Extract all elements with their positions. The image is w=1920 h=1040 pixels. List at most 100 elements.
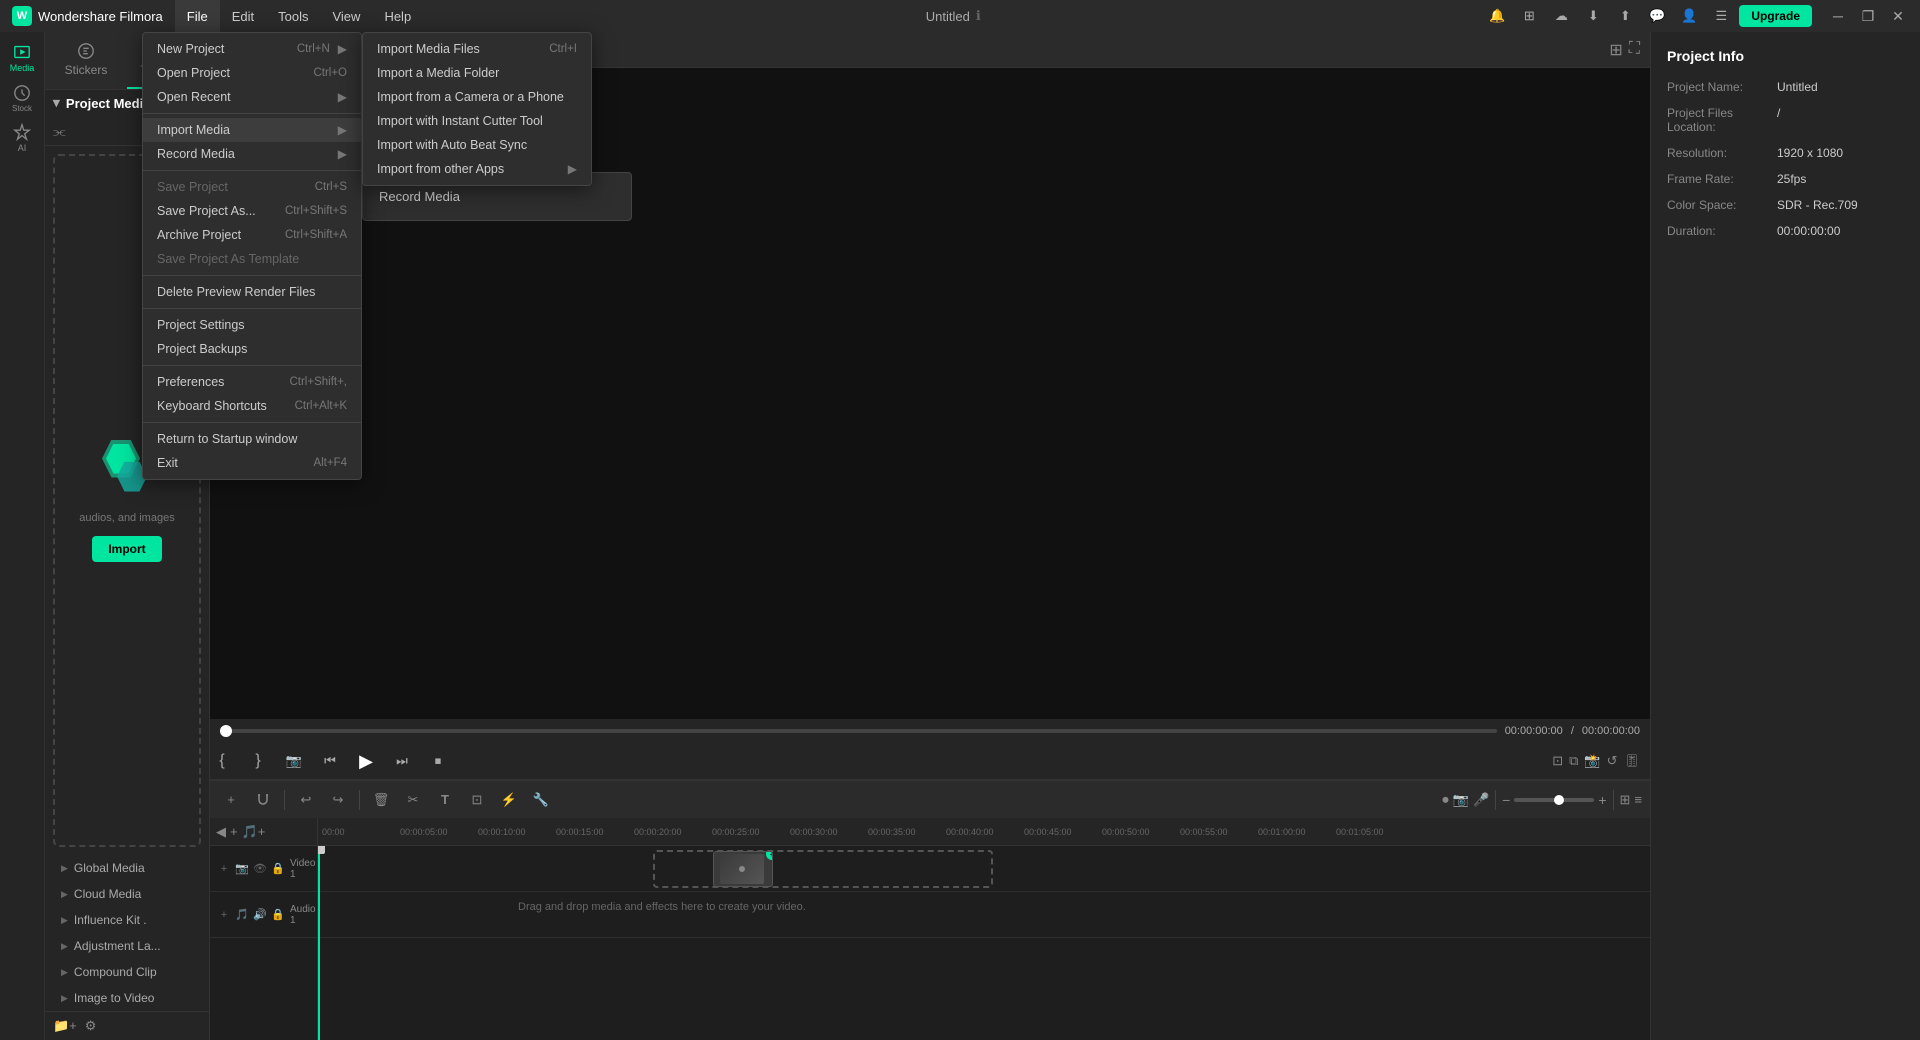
timeline-split-button[interactable]: ✂ — [400, 787, 426, 813]
import-icon[interactable]: ⬇ — [1579, 4, 1607, 28]
play-button[interactable]: ▶ — [354, 749, 378, 773]
menu-save-project-as[interactable]: Save Project As... Ctrl+Shift+S — [143, 199, 361, 223]
video1-camera-icon[interactable]: 📷 — [234, 861, 250, 877]
submenu-import-files[interactable]: Import Media Files Ctrl+I — [363, 37, 591, 61]
progress-handle[interactable] — [220, 725, 232, 737]
video-clip[interactable]: + — [713, 851, 773, 887]
timeline-more-button[interactable]: 🔧 — [528, 787, 554, 813]
section-compound-clip[interactable]: ▶ Compound Clip — [45, 959, 209, 985]
person-icon[interactable]: 👤 — [1675, 4, 1703, 28]
audio1-add-icon[interactable]: + — [216, 907, 232, 923]
menu-record-media[interactable]: Record Media ▶ — [143, 142, 361, 166]
add-media-icon[interactable]: + — [230, 824, 238, 839]
menu-archive-project[interactable]: Archive Project Ctrl+Shift+A — [143, 223, 361, 247]
menu-file[interactable]: File — [175, 0, 220, 32]
timeline-add-track-icon[interactable]: + — [218, 787, 244, 813]
audio1-mute-icon[interactable]: 🔊 — [252, 907, 268, 923]
submenu-import-beat-sync[interactable]: Import with Auto Beat Sync — [363, 133, 591, 157]
zoom-slider[interactable] — [1514, 798, 1594, 802]
grid-view-icon[interactable]: ⊞ — [1609, 40, 1622, 60]
menu-return-startup[interactable]: Return to Startup window — [143, 427, 361, 451]
menu-open-recent[interactable]: Open Recent ▶ — [143, 85, 361, 109]
video1-eye-icon[interactable]: 👁 — [252, 861, 268, 877]
minimize-button[interactable]: ─ — [1824, 2, 1852, 30]
voice-record-btn[interactable]: 🎤 — [1473, 792, 1489, 808]
menu-exit[interactable]: Exit Alt+F4 — [143, 451, 361, 475]
audio1-music-icon[interactable]: 🎵 — [234, 907, 250, 923]
sidebar-item-ai[interactable]: AI — [4, 120, 40, 156]
submenu-import-folder[interactable]: Import a Media Folder — [363, 61, 591, 85]
snapshot-icon[interactable]: 📷 — [282, 749, 306, 773]
prev-frame-button[interactable]: ⏮ — [318, 749, 342, 773]
bracket-close-icon[interactable]: } — [246, 749, 270, 773]
import-button[interactable]: Import — [92, 536, 161, 562]
next-frame-button[interactable]: ⏭ — [390, 749, 414, 773]
menu-open-project[interactable]: Open Project Ctrl+O — [143, 61, 361, 85]
section-image-to-video[interactable]: ▶ Image to Video — [45, 985, 209, 1011]
timeline-crop-button[interactable]: ⊡ — [464, 787, 490, 813]
timeline-text-button[interactable]: T — [432, 787, 458, 813]
section-influence-kit[interactable]: ▶ Influence Kit . — [45, 907, 209, 933]
bracket-open-icon[interactable]: { — [210, 749, 234, 773]
menu-view[interactable]: View — [320, 0, 372, 32]
section-global-media[interactable]: ▶ Global Media — [45, 855, 209, 881]
screen-record-btn[interactable]: 📷 — [1453, 792, 1469, 808]
grid-layout-btn[interactable]: ⊞ — [1620, 792, 1631, 808]
submenu-import-other-apps[interactable]: Import from other Apps ▶ — [363, 157, 591, 181]
menu-new-project[interactable]: New Project Ctrl+N ▶ — [143, 37, 361, 61]
sidebar-stock-label: Stock — [12, 104, 32, 113]
sidebar-item-media[interactable]: Media — [4, 40, 40, 76]
fullscreen-icon[interactable]: ⛶ — [1629, 40, 1640, 60]
info-label-resolution: Resolution: — [1667, 146, 1777, 160]
timeline-redo-button[interactable]: ↪ — [325, 787, 351, 813]
stop-button[interactable]: ⏹ — [426, 749, 450, 773]
collapse-panel-icon[interactable]: ◀ — [216, 824, 226, 840]
zoom-out-btn[interactable]: − — [1502, 792, 1510, 808]
community-icon[interactable]: 💬 — [1643, 4, 1671, 28]
submenu-import-instant-cutter[interactable]: Import with Instant Cutter Tool — [363, 109, 591, 133]
menu-keyboard-shortcuts[interactable]: Keyboard Shortcuts Ctrl+Alt+K — [143, 394, 361, 418]
timeline-speed-button[interactable]: ⚡ — [496, 787, 522, 813]
restore-button[interactable]: ❐ — [1854, 2, 1882, 30]
timeline-delete-button[interactable]: 🗑 — [368, 787, 394, 813]
save-cloud-icon[interactable]: ☁ — [1547, 4, 1575, 28]
upgrade-button[interactable]: Upgrade — [1739, 5, 1812, 27]
layout-icon[interactable]: ⊞ — [1515, 4, 1543, 28]
menu-import-media[interactable]: Import Media ▶ — [143, 118, 361, 142]
list-layout-btn[interactable]: ≡ — [1634, 792, 1642, 807]
fit-screen-icon[interactable]: ⊡ — [1552, 753, 1563, 769]
close-button[interactable]: ✕ — [1884, 2, 1912, 30]
menu-preferences[interactable]: Preferences Ctrl+Shift+, — [143, 370, 361, 394]
menu-help[interactable]: Help — [372, 0, 423, 32]
pip-icon[interactable]: ⧉ — [1569, 753, 1578, 769]
menu-tools[interactable]: Tools — [266, 0, 320, 32]
audio1-lock-icon[interactable]: 🔒 — [270, 907, 286, 923]
panel-settings-icon[interactable]: ⚙ — [85, 1018, 97, 1034]
menu-icon[interactable]: ☰ — [1707, 4, 1735, 28]
menu-project-backups[interactable]: Project Backups — [143, 337, 361, 361]
notification-icon[interactable]: 🔔 — [1483, 4, 1511, 28]
audio-settings-icon[interactable]: 🎚 — [1623, 753, 1640, 769]
screenshot-icon[interactable]: 📸 — [1584, 753, 1600, 769]
video1-lock-icon[interactable]: 🔒 — [270, 861, 286, 877]
section-cloud-media[interactable]: ▶ Cloud Media — [45, 881, 209, 907]
clip-expand-icon[interactable]: + — [766, 851, 773, 860]
submenu-import-camera[interactable]: Import from a Camera or a Phone — [363, 85, 591, 109]
menu-edit[interactable]: Edit — [220, 0, 266, 32]
menu-delete-preview[interactable]: Delete Preview Render Files — [143, 280, 361, 304]
section-adjustment-layer[interactable]: ▶ Adjustment La... — [45, 933, 209, 959]
add-audio-icon[interactable]: 🎵+ — [242, 824, 266, 840]
add-folder-icon[interactable]: 📁+ — [53, 1018, 77, 1034]
record-btn[interactable]: ⏺ — [1442, 792, 1449, 808]
loop-icon[interactable]: ↺ — [1607, 753, 1618, 769]
zoom-in-btn[interactable]: + — [1598, 792, 1606, 808]
export-icon[interactable]: ⬆ — [1611, 4, 1639, 28]
video1-add-icon[interactable]: + — [216, 861, 232, 877]
sidebar-item-stock[interactable]: Stock — [4, 80, 40, 116]
timeline-undo-button[interactable]: ↩ — [293, 787, 319, 813]
filter-icon[interactable]: ⫘ — [53, 123, 66, 140]
timeline-magnet-icon[interactable] — [250, 787, 276, 813]
progress-bar[interactable] — [220, 729, 1497, 733]
menu-project-settings[interactable]: Project Settings — [143, 313, 361, 337]
tab-stickers[interactable]: Stickers — [45, 32, 127, 89]
